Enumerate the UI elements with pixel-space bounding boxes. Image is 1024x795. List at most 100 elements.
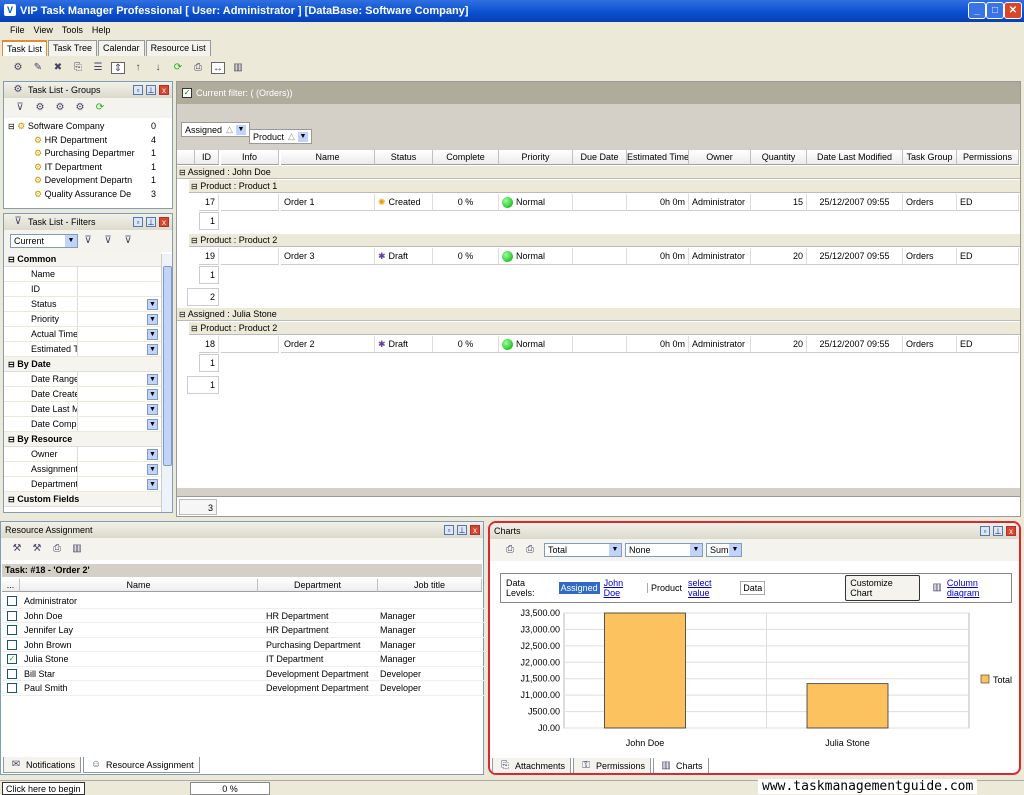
filter-row[interactable]: Date Compl ▼	[4, 417, 161, 432]
task-cell-qty[interactable]: 15	[751, 194, 807, 211]
current-filter-combo[interactable]: Current ▼	[10, 234, 78, 248]
task-cell-empty[interactable]	[221, 194, 279, 211]
task-cell-empty[interactable]	[573, 194, 627, 211]
filters-close-button[interactable]: x	[159, 217, 169, 227]
save-filter-icon[interactable]: ⊽	[101, 235, 115, 247]
filter-section-by-date[interactable]: ⊟ By Date	[4, 357, 161, 372]
filter-row[interactable]: Date Range ▼	[4, 372, 161, 387]
level-assigned[interactable]: Assigned	[558, 582, 600, 594]
total-combo[interactable]: Total ▼	[544, 543, 622, 557]
level-product[interactable]: Product	[647, 583, 682, 593]
group-row[interactable]: ⊟ Assigned : John Doe	[177, 166, 1020, 179]
task-cell-qty[interactable]: 20	[751, 336, 807, 353]
filters-scrollbar[interactable]	[161, 254, 172, 512]
filter-row[interactable]: ID	[4, 282, 161, 297]
column-header[interactable]: Estimated Time	[627, 150, 689, 165]
task-cell-est[interactable]: 0h 0m	[627, 336, 689, 353]
resource-pin-icon[interactable]: ⊥	[457, 525, 467, 535]
print-icon[interactable]: ⎙	[191, 62, 205, 74]
menu-view[interactable]: View	[34, 25, 53, 35]
level-data[interactable]: Data	[740, 581, 766, 595]
maximize-button[interactable]: □	[986, 2, 1004, 19]
groups-pin-icon[interactable]: ⊥	[146, 85, 156, 95]
move-icon[interactable]: ⇕	[111, 62, 125, 74]
task-cell-est[interactable]: 0h 0m	[627, 194, 689, 211]
task-cell-group[interactable]: Orders	[903, 194, 957, 211]
group-chip-product[interactable]: Product △ ▼	[249, 129, 312, 144]
minimize-button[interactable]: _	[968, 2, 986, 19]
group-chip-assigned[interactable]: Assigned △ ▼	[181, 122, 250, 137]
filters-pin-icon[interactable]: ⊥	[146, 217, 156, 227]
chevron-down-icon[interactable]: ▼	[147, 403, 158, 415]
chevron-down-icon[interactable]: ▼	[147, 463, 158, 475]
task-cell-complete[interactable]: 0 %	[433, 248, 499, 265]
assign-checkbox[interactable]	[7, 683, 17, 693]
resource-column-header[interactable]: ...	[2, 579, 20, 592]
column-header[interactable]: Priority	[499, 150, 573, 165]
tree-item[interactable]: ⚙ Development Departn 1	[4, 174, 172, 188]
task-cell-modified[interactable]: 25/12/2007 09:55	[807, 194, 903, 211]
chevron-down-icon[interactable]: ▼	[147, 328, 158, 340]
task-cell-perm[interactable]: ED	[957, 194, 1019, 211]
resource-columns-icon[interactable]: ▥	[70, 543, 84, 555]
filter-row[interactable]: Assignment ▼	[4, 462, 161, 477]
subgroup-row[interactable]: ⊟ Product : Product 2	[189, 322, 1020, 335]
menu-tools[interactable]: Tools	[62, 25, 83, 35]
refresh-icon[interactable]: ⟳	[171, 62, 185, 74]
chevron-down-icon[interactable]: ▼	[147, 373, 158, 385]
expand-icon[interactable]: ↔	[211, 62, 225, 74]
column-diagram-icon[interactable]: ▥	[930, 582, 944, 594]
tree-item[interactable]: ⚙ IT Department 1	[4, 161, 172, 175]
column-header[interactable]: Complete	[433, 150, 499, 165]
filter-section-custom-fields[interactable]: ⊟ Custom Fields	[4, 492, 161, 507]
menu-help[interactable]: Help	[92, 25, 111, 35]
task-cell-complete[interactable]: 0 %	[433, 336, 499, 353]
task-cell-priority[interactable]: Normal	[499, 336, 573, 353]
resource-row[interactable]: Paul Smith Development Department Develope…	[2, 681, 484, 696]
task-cell-qty[interactable]: 20	[751, 248, 807, 265]
customize-chart-button[interactable]: Customize Chart	[845, 575, 921, 601]
column-header[interactable]: Info	[221, 150, 279, 165]
filter-options-icon[interactable]: ⊽	[121, 235, 135, 247]
resource-row[interactable]: John Doe HR Department Manager	[2, 609, 484, 623]
resource-print-icon[interactable]: ⎙	[50, 543, 64, 555]
level-select-value[interactable]: select value	[688, 578, 734, 598]
resource-row[interactable]: John Brown Purchasing Department Manager	[2, 638, 484, 652]
task-cell-priority[interactable]: Normal	[499, 194, 573, 211]
groups-close-button[interactable]: x	[159, 85, 169, 95]
properties-icon[interactable]: ☰	[91, 62, 105, 74]
start-hint[interactable]: Click here to begin	[2, 782, 85, 795]
task-cell-owner[interactable]: Administrator	[689, 336, 751, 353]
tab-notifications[interactable]: ✉ Notifications	[3, 757, 82, 773]
bar[interactable]	[806, 683, 889, 729]
sum-combo[interactable]: Sum ▼	[706, 543, 742, 557]
resource-close-button[interactable]: x	[470, 525, 480, 535]
assign-checkbox[interactable]	[7, 639, 17, 650]
column-header[interactable]: Owner	[689, 150, 751, 165]
subgroup-row[interactable]: ⊟ Product : Product 1	[189, 180, 1020, 193]
filter-section-by-resource[interactable]: ⊟ By Resource	[4, 432, 161, 447]
group-row[interactable]: ⊟ Assigned : Julia Stone	[177, 308, 1020, 321]
task-cell-empty[interactable]	[573, 336, 627, 353]
tab-permissions[interactable]: ⚿ Permissions	[573, 758, 652, 773]
new-task-icon[interactable]: ⚙	[11, 62, 25, 74]
task-cell-complete[interactable]: 0 %	[433, 194, 499, 211]
task-cell-group[interactable]: Orders	[903, 336, 957, 353]
resource-column-header[interactable]: Department	[258, 579, 378, 592]
assign-checkbox[interactable]: ✓	[7, 654, 17, 664]
tab-resource-list[interactable]: Resource List	[145, 40, 211, 56]
move-up-icon[interactable]: ↑	[131, 62, 145, 74]
tab-task-tree[interactable]: Task Tree	[48, 40, 98, 56]
column-header[interactable]: Name	[281, 150, 375, 165]
task-cell-status[interactable]: ✱ Draft	[375, 248, 433, 265]
filter-section-common[interactable]: ⊟ Common	[4, 252, 161, 267]
tab-resource-assignment[interactable]: ☺ Resource Assignment	[83, 757, 200, 773]
chevron-down-icon[interactable]: ▼	[147, 418, 158, 430]
filter-row[interactable]: Department ▼	[4, 477, 161, 492]
task-cell-id[interactable]: 18	[199, 336, 219, 353]
unassign-icon[interactable]: ⚒	[30, 543, 44, 555]
chevron-down-icon[interactable]: ▼	[147, 388, 158, 400]
resource-row[interactable]: Bill Star Development Department Developer	[2, 667, 484, 681]
filter-row[interactable]: Date Create ▼	[4, 387, 161, 402]
tab-charts[interactable]: ▥ Charts	[653, 758, 709, 773]
